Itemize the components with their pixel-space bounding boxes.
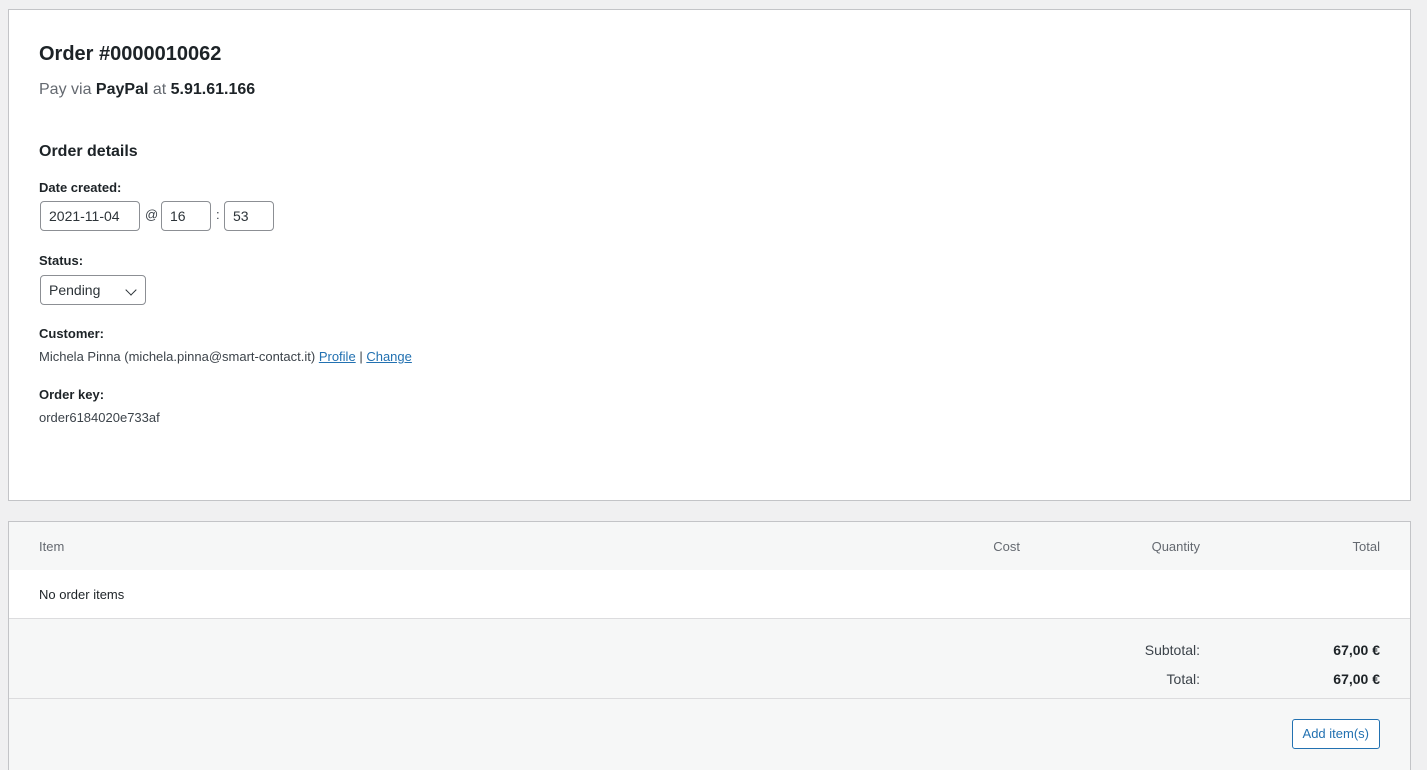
chevron-down-icon <box>125 284 137 296</box>
date-input[interactable]: 2021-11-04 <box>40 201 140 231</box>
empty-items-message: No order items <box>39 587 125 602</box>
customer-info: Michela Pinna (michela.pinna@smart-conta… <box>39 349 412 364</box>
subtotal-label: Subtotal: <box>1144 642 1200 658</box>
order-key-value: order6184020e733af <box>39 410 160 425</box>
status-value: Pending <box>49 282 101 298</box>
pay-method: PayPal <box>95 81 149 98</box>
order-panel: Order #0000010062 Pay via PayPal at 5.91… <box>8 9 1411 501</box>
subtotal-value: 67,00 € <box>1333 642 1380 658</box>
minute-input[interactable]: 53 <box>224 201 274 231</box>
pay-at: at <box>152 81 167 98</box>
at-separator: @ <box>145 207 159 222</box>
status-select[interactable]: Pending <box>40 275 146 305</box>
customer-ip: 5.91.61.166 <box>170 81 256 98</box>
total-label: Total: <box>1166 671 1200 687</box>
colon-separator: : <box>216 207 220 222</box>
totals-section: Subtotal: 67,00 € Total: 67,00 € <box>9 618 1410 698</box>
order-key-label: Order key: <box>39 387 105 402</box>
column-quantity: Quantity <box>1151 539 1200 554</box>
column-total: Total <box>1352 539 1380 554</box>
items-actions: Add item(s) <box>9 698 1410 770</box>
link-separator: | <box>359 349 363 364</box>
hour-input[interactable]: 16 <box>161 201 211 231</box>
column-cost: Cost <box>993 539 1020 554</box>
order-items-panel: Item Cost Quantity Total No order items … <box>8 521 1411 770</box>
change-customer-link[interactable]: Change <box>366 349 412 364</box>
customer-label: Customer: <box>39 326 105 341</box>
add-items-button[interactable]: Add item(s) <box>1291 719 1380 749</box>
items-table-header: Item Cost Quantity Total <box>9 522 1410 570</box>
profile-link[interactable]: Profile <box>319 349 356 364</box>
order-details-heading: Order details <box>39 143 138 160</box>
payment-info: Pay via PayPal at 5.91.61.166 <box>39 81 255 99</box>
status-label: Status: <box>39 253 84 268</box>
customer-text: Michela Pinna (michela.pinna@smart-conta… <box>39 349 316 364</box>
column-item: Item <box>39 539 65 554</box>
pay-prefix: Pay via <box>39 81 92 98</box>
total-value: 67,00 € <box>1333 671 1380 687</box>
date-created-label: Date created: <box>39 180 122 195</box>
order-title: Order #0000010062 <box>39 43 222 65</box>
